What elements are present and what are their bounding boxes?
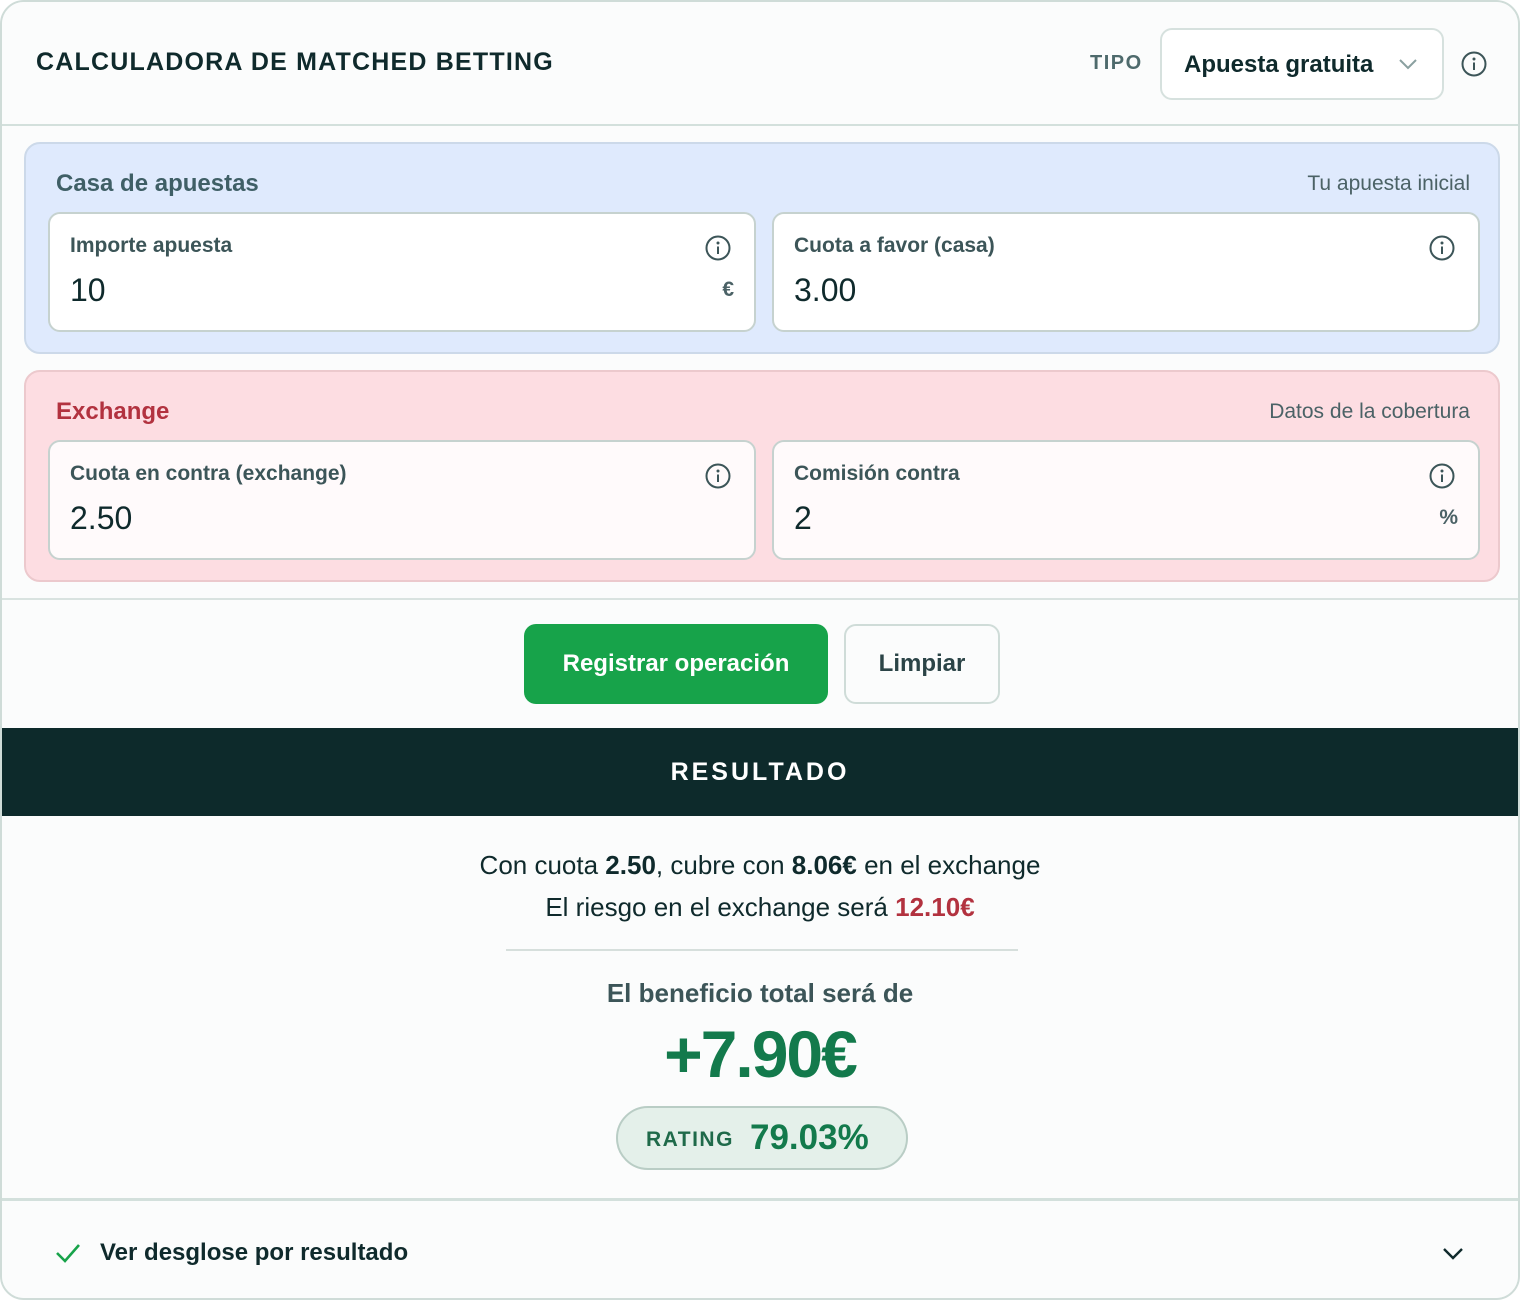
tipo-select[interactable]: Apuesta gratuita — [1160, 28, 1444, 100]
tipo-label: TIPO — [1090, 52, 1143, 74]
importe-apuesta-field[interactable]: Importe apuesta 10 € — [48, 212, 756, 332]
register-operation-button[interactable]: Registrar operación — [524, 624, 828, 704]
result-divider — [506, 949, 1018, 951]
info-icon[interactable] — [1460, 50, 1488, 78]
exchange-panel-subtitle: Datos de la cobertura — [1269, 400, 1470, 423]
clear-button[interactable]: Limpiar — [844, 624, 1000, 704]
cover-summary-middle: , cubre con — [655, 850, 792, 880]
comision-contra-input[interactable]: 2 — [794, 500, 812, 537]
cuota-contra-label: Cuota en contra (exchange) — [70, 462, 347, 485]
chevron-down-icon — [1443, 1248, 1463, 1260]
result-heading: RESULTADO — [2, 728, 1518, 816]
rating-label: RATING — [646, 1128, 734, 1151]
breakdown-toggle[interactable]: Ver desglose por resultado — [2, 1198, 1518, 1298]
rating-value: 79.03% — [750, 1118, 869, 1157]
info-icon[interactable] — [704, 462, 732, 490]
risk-summary-prefix: El riesgo en el exchange será — [545, 892, 896, 922]
info-icon[interactable] — [1428, 234, 1456, 262]
benefit-label: El beneficio total será de — [606, 978, 914, 1008]
cuota-contra-input[interactable]: 2.50 — [70, 500, 132, 537]
page-title: CALCULADORA DE MATCHED BETTING — [36, 48, 554, 76]
info-icon[interactable] — [704, 234, 732, 262]
casa-panel-title: Casa de apuestas — [56, 170, 259, 197]
check-icon — [56, 1244, 80, 1263]
casa-panel: Casa de apuestas Tu apuesta inicial Impo… — [24, 142, 1500, 354]
comision-contra-label: Comisión contra — [794, 462, 960, 485]
chevron-down-icon — [1399, 59, 1417, 70]
casa-panel-subtitle: Tu apuesta inicial — [1307, 172, 1470, 195]
cuota-favor-field[interactable]: Cuota a favor (casa) 3.00 — [772, 212, 1480, 332]
cover-odds-value: 2.50 — [605, 850, 656, 880]
importe-apuesta-label: Importe apuesta — [70, 234, 233, 257]
section-divider — [2, 598, 1518, 600]
breakdown-label: Ver desglose por resultado — [100, 1239, 409, 1266]
info-icon[interactable] — [1428, 462, 1456, 490]
exchange-panel: Exchange Datos de la cobertura Cuota en … — [24, 370, 1500, 582]
rating-badge: RATING 79.03% — [616, 1106, 908, 1170]
benefit-value: +7.90€ — [664, 1017, 858, 1091]
risk-value: 12.10€ — [895, 892, 975, 922]
cover-summary-suffix: en el exchange — [856, 850, 1041, 880]
calculator-header: CALCULADORA DE MATCHED BETTING TIPO Apue… — [2, 2, 1518, 126]
cover-summary-prefix: Con cuota — [479, 850, 606, 880]
percent-unit: % — [1439, 506, 1458, 529]
comision-contra-field[interactable]: Comisión contra 2 % — [772, 440, 1480, 560]
result-body: Con cuota 2.50, cubre con 8.06€ en el ex… — [2, 816, 1518, 1198]
importe-apuesta-input[interactable]: 10 — [70, 272, 106, 309]
cuota-favor-label: Cuota a favor (casa) — [794, 234, 995, 257]
cuota-favor-input[interactable]: 3.00 — [794, 272, 856, 309]
risk-summary: El riesgo en el exchange será 12.10€ — [2, 892, 1518, 923]
cover-stake-value: 8.06€ — [791, 850, 857, 880]
cuota-contra-field[interactable]: Cuota en contra (exchange) 2.50 — [48, 440, 756, 560]
tipo-select-value: Apuesta gratuita — [1184, 51, 1374, 78]
euro-unit: € — [722, 278, 734, 301]
calculator-card: CALCULADORA DE MATCHED BETTING TIPO Apue… — [0, 0, 1520, 1300]
cover-summary: Con cuota 2.50, cubre con 8.06€ en el ex… — [2, 850, 1518, 881]
exchange-panel-title: Exchange — [56, 398, 170, 425]
